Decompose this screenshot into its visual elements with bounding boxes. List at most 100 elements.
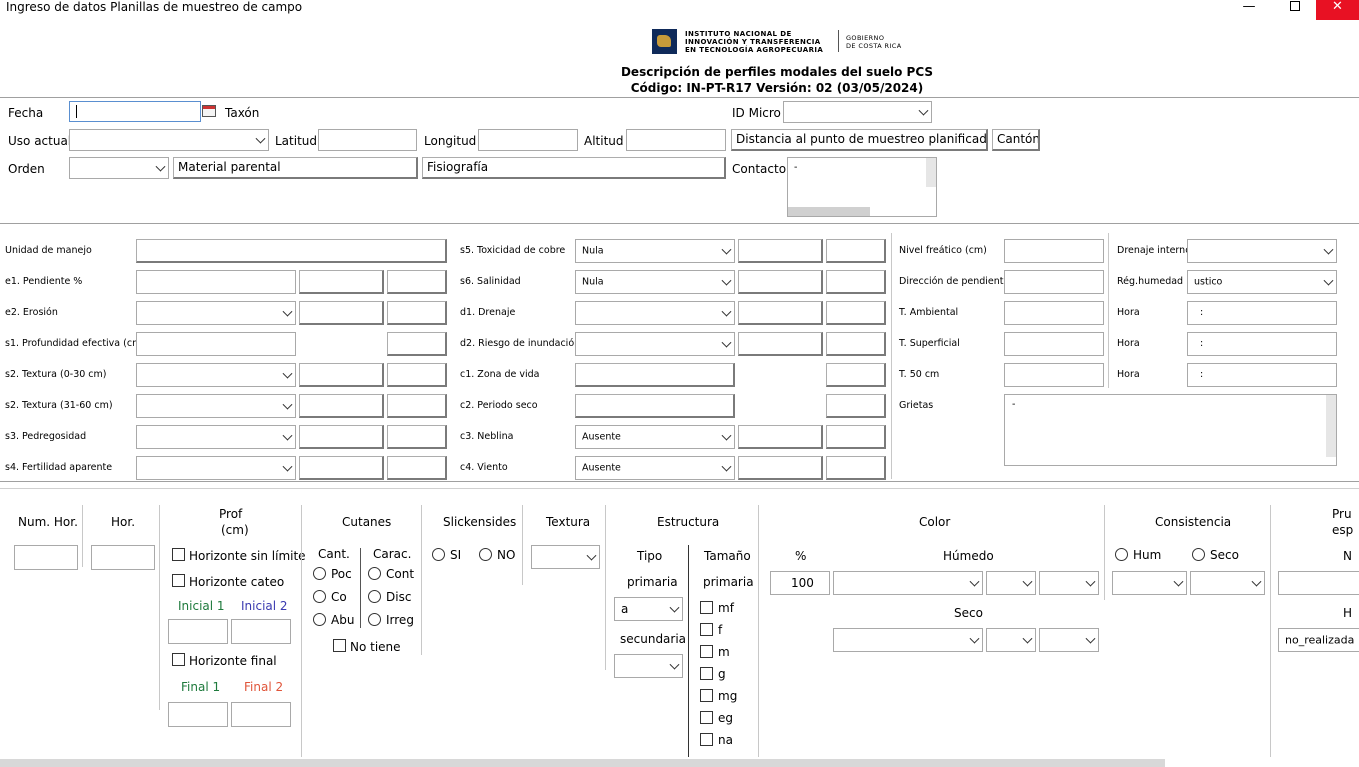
material-parental-button[interactable]: Material parental — [173, 157, 418, 179]
cont-radio[interactable] — [368, 567, 381, 580]
abu-radio[interactable] — [313, 613, 326, 626]
id-micro-select[interactable] — [783, 101, 932, 123]
param-class-button[interactable] — [738, 270, 823, 294]
tipo-primaria-select[interactable]: a — [614, 597, 683, 621]
disc-radio[interactable] — [368, 590, 381, 603]
longitud-input[interactable] — [478, 129, 578, 151]
param-limit-button[interactable] — [387, 332, 447, 356]
param-select[interactable]: Ausente — [575, 456, 735, 480]
inicial2-input[interactable] — [231, 619, 291, 644]
irreg-radio[interactable] — [368, 613, 381, 626]
param-select[interactable]: Nula — [575, 239, 735, 263]
param-select[interactable] — [136, 301, 296, 325]
drenaje-interno-select[interactable] — [1187, 239, 1337, 263]
grietas-textarea[interactable]: - — [1004, 394, 1337, 466]
param-select[interactable]: Ausente — [575, 425, 735, 449]
calendar-icon[interactable] — [202, 105, 216, 117]
hora-input[interactable]: : — [1187, 332, 1337, 356]
param-class-button[interactable] — [738, 239, 823, 263]
param-limit-button[interactable] — [387, 394, 447, 418]
param-select[interactable]: Nula — [575, 270, 735, 294]
param-select[interactable] — [575, 332, 735, 356]
size-checkbox[interactable] — [700, 623, 713, 636]
canton-button[interactable]: Cantón: — [992, 129, 1040, 151]
param-class-button[interactable] — [299, 425, 384, 449]
size-checkbox[interactable] — [700, 667, 713, 680]
si-radio[interactable] — [432, 548, 445, 561]
param-button[interactable] — [575, 363, 735, 387]
seco-value-select[interactable] — [986, 628, 1036, 652]
seco-radio[interactable] — [1192, 548, 1205, 561]
close-button[interactable]: ✕ — [1316, 0, 1359, 20]
scrollbar[interactable] — [1326, 395, 1336, 457]
param-input[interactable] — [1004, 270, 1104, 294]
minimize-button[interactable]: — — [1226, 0, 1272, 20]
num-hor-input[interactable] — [14, 545, 78, 570]
altitud-input[interactable] — [626, 129, 726, 151]
param-limit-button[interactable] — [826, 301, 886, 325]
final2-input[interactable] — [231, 702, 291, 727]
param-limit-button[interactable] — [826, 394, 886, 418]
reg-humedad-select[interactable]: ustico — [1187, 270, 1337, 294]
horizonte-sin-limite-checkbox[interactable] — [172, 548, 185, 561]
textura-select[interactable] — [531, 545, 600, 569]
param-select[interactable] — [575, 301, 735, 325]
param-select[interactable] — [136, 425, 296, 449]
horizonte-final-checkbox[interactable] — [172, 653, 185, 666]
size-checkbox[interactable] — [700, 601, 713, 614]
hora-input[interactable]: : — [1187, 301, 1337, 325]
size-checkbox[interactable] — [700, 645, 713, 658]
param-class-button[interactable] — [299, 270, 384, 294]
humedo-hue-select[interactable] — [833, 571, 983, 595]
contacto-textarea[interactable]: - — [787, 157, 937, 217]
pct-input[interactable]: 100 — [770, 571, 830, 595]
inicial1-input[interactable] — [168, 619, 228, 644]
latitud-input[interactable] — [318, 129, 417, 151]
param-limit-button[interactable] — [387, 425, 447, 449]
consistencia-hum-select[interactable] — [1112, 571, 1187, 595]
param-limit-button[interactable] — [387, 270, 447, 294]
no-tiene-checkbox[interactable] — [333, 639, 346, 652]
param-class-button[interactable] — [738, 425, 823, 449]
param-limit-button[interactable] — [826, 270, 886, 294]
param-input[interactable] — [1004, 332, 1104, 356]
seco-chroma-select[interactable] — [1039, 628, 1099, 652]
param-class-button[interactable] — [738, 332, 823, 356]
param-input[interactable] — [136, 332, 296, 356]
no-realizada-select[interactable]: no_realizada — [1278, 628, 1359, 652]
consistencia-seco-select[interactable] — [1190, 571, 1265, 595]
param-input[interactable] — [136, 270, 296, 294]
horizonte-cateo-checkbox[interactable] — [172, 574, 185, 587]
size-checkbox[interactable] — [700, 733, 713, 746]
poc-radio[interactable] — [313, 567, 326, 580]
param-select[interactable] — [136, 456, 296, 480]
size-checkbox[interactable] — [700, 711, 713, 724]
orden-select[interactable] — [69, 157, 169, 179]
param-select[interactable] — [136, 363, 296, 387]
co-radio[interactable] — [313, 590, 326, 603]
fisiografia-button[interactable]: Fisiografía — [422, 157, 726, 179]
param-class-button[interactable] — [299, 363, 384, 387]
final1-input[interactable] — [168, 702, 228, 727]
param-class-button[interactable] — [299, 394, 384, 418]
seco-hue-select[interactable] — [833, 628, 983, 652]
unidad-manejo-button[interactable] — [136, 239, 447, 263]
uso-actual-select[interactable] — [69, 129, 269, 151]
param-class-button[interactable] — [738, 301, 823, 325]
distancia-button[interactable]: Distancia al punto de muestreo planifica… — [731, 129, 988, 151]
size-checkbox[interactable] — [700, 689, 713, 702]
param-limit-button[interactable] — [826, 332, 886, 356]
param-input[interactable] — [1004, 301, 1104, 325]
param-input[interactable] — [1004, 239, 1104, 263]
param-select[interactable] — [136, 394, 296, 418]
param-class-button[interactable] — [299, 301, 384, 325]
param-class-button[interactable] — [738, 456, 823, 480]
param-limit-button[interactable] — [826, 456, 886, 480]
fecha-input[interactable] — [69, 101, 201, 122]
maximize-button[interactable] — [1272, 0, 1318, 20]
humedo-value-select[interactable] — [986, 571, 1036, 595]
param-limit-button[interactable] — [826, 239, 886, 263]
param-button[interactable] — [575, 394, 735, 418]
hum-radio[interactable] — [1115, 548, 1128, 561]
scrollbar[interactable] — [788, 207, 870, 216]
